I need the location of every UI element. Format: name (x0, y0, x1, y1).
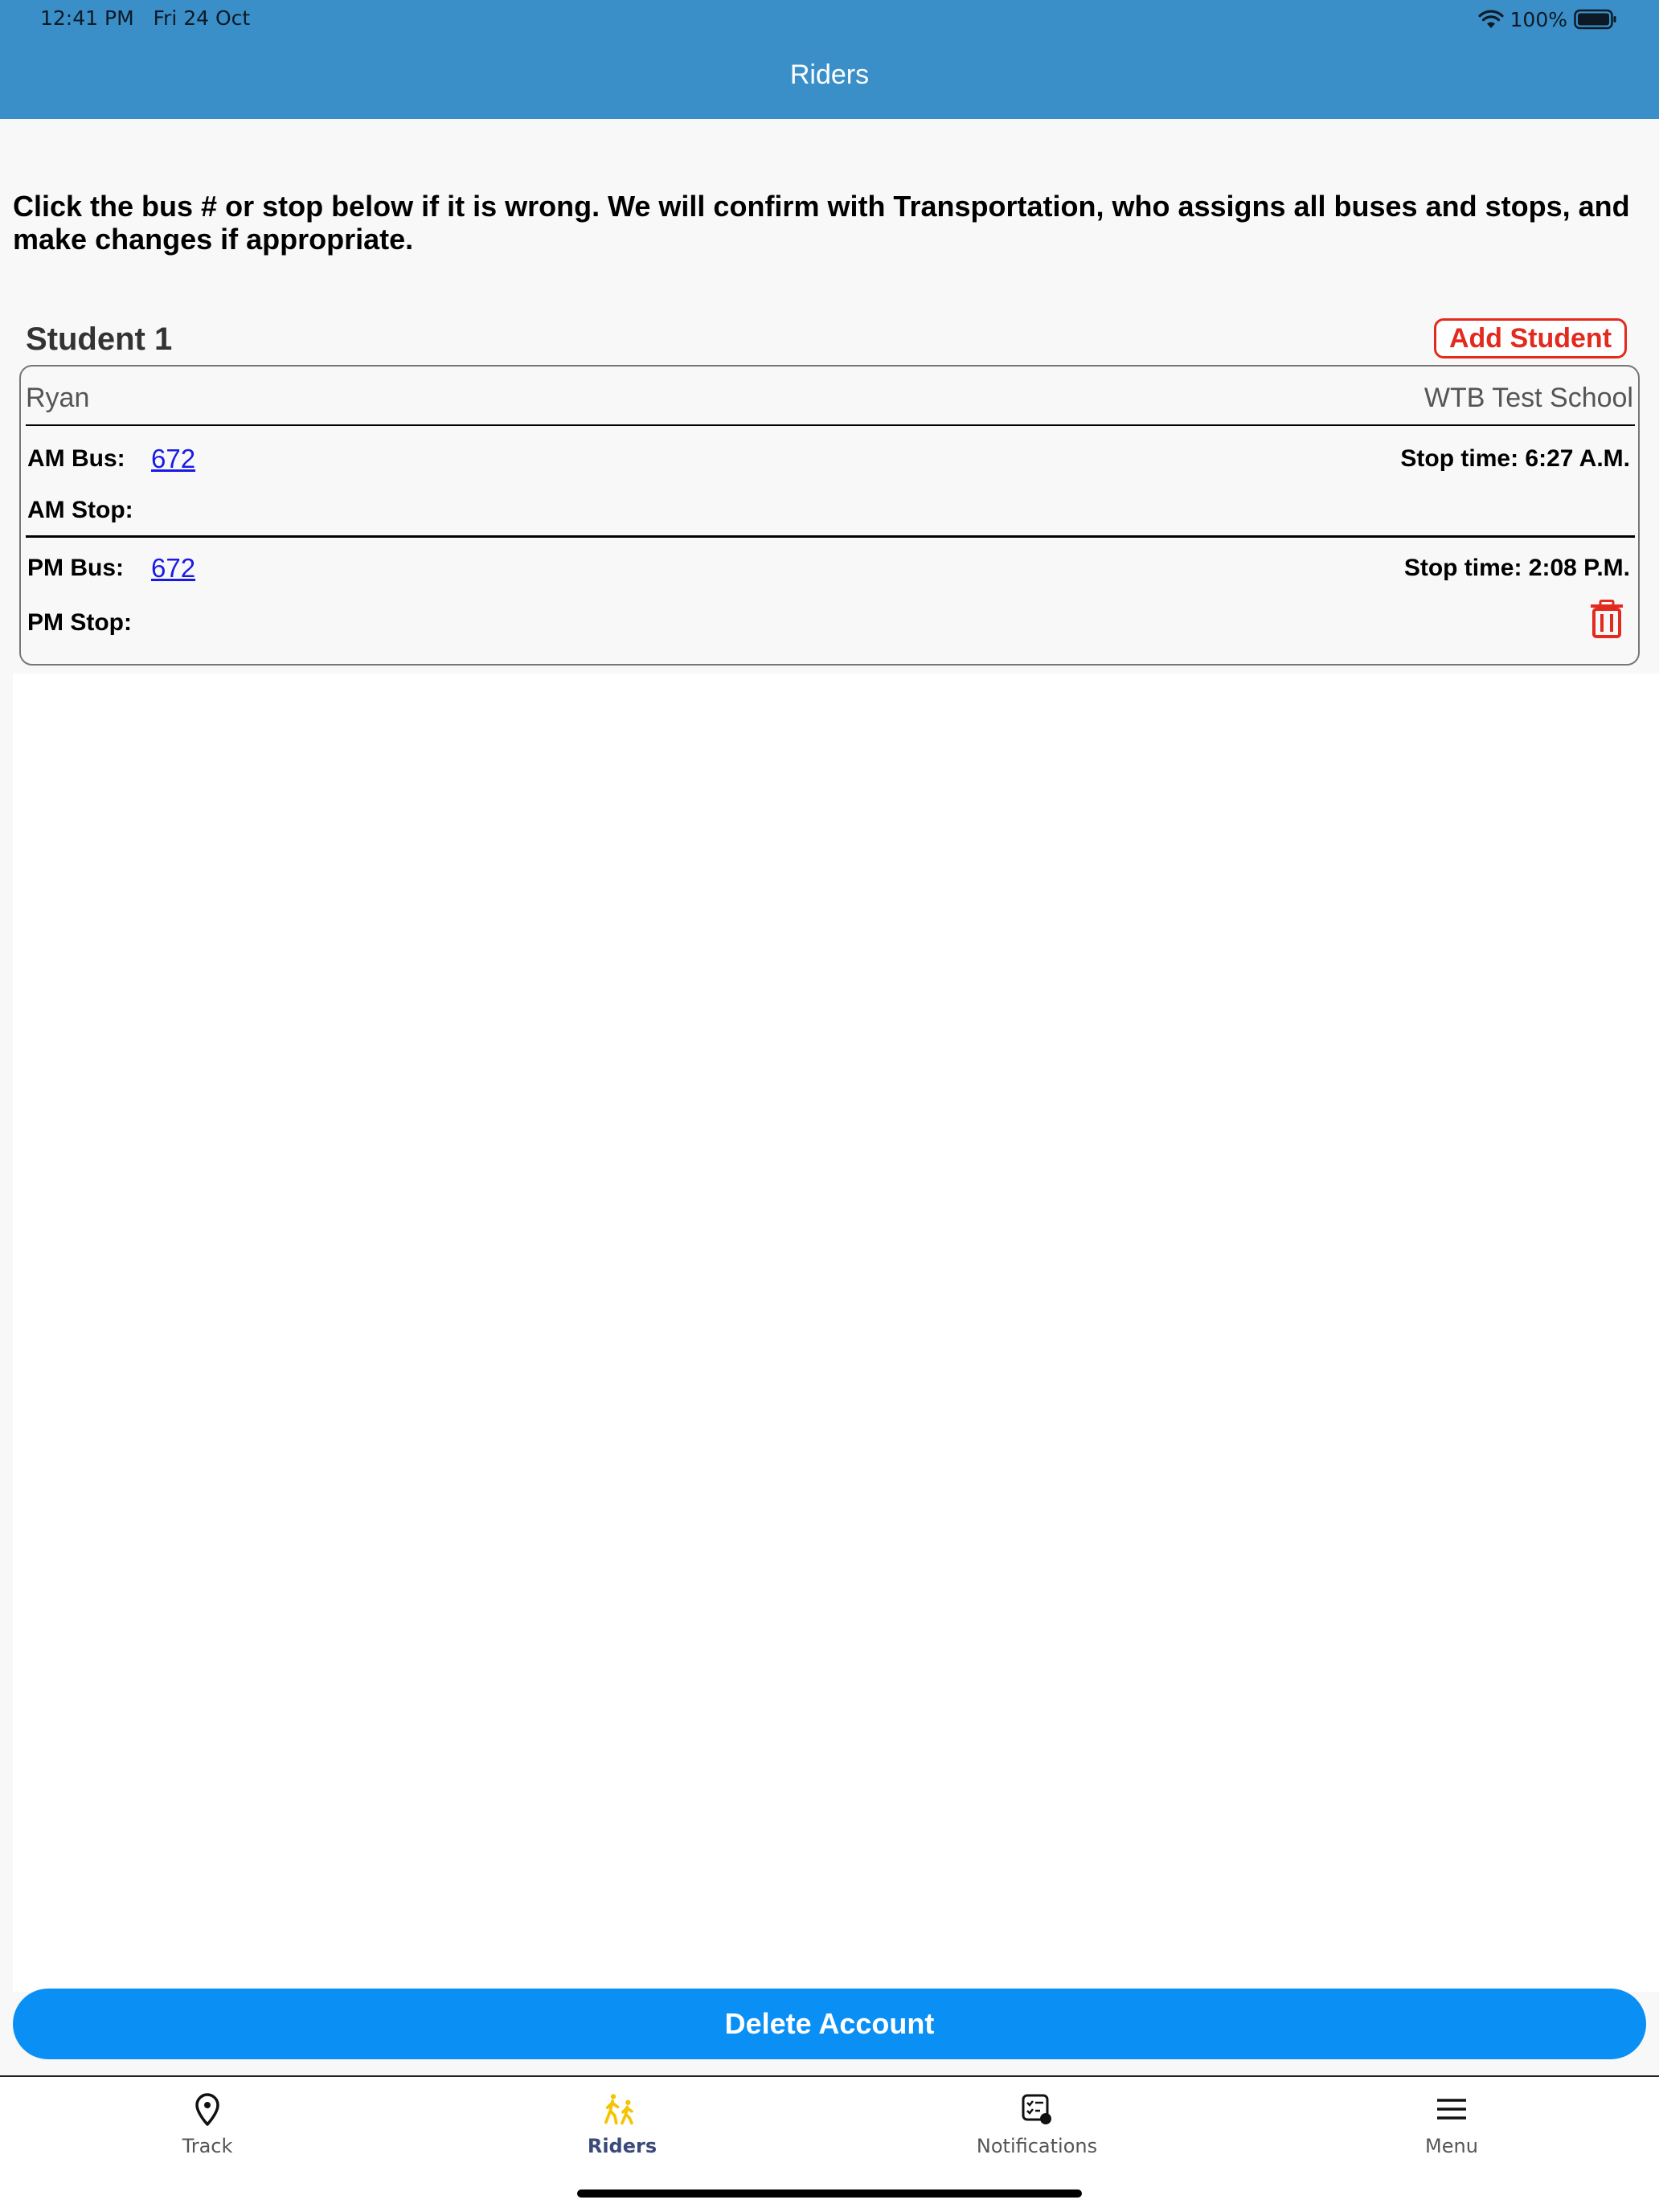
status-date: Fri 24 Oct (153, 6, 251, 30)
battery-percentage: 100% (1509, 7, 1567, 31)
location-pin-icon (195, 2093, 219, 2126)
pm-stop-label[interactable]: PM Stop: (27, 609, 132, 637)
page-title: Riders (789, 59, 870, 90)
walking-students-icon (604, 2094, 633, 2125)
divider (26, 424, 1635, 426)
divider (26, 535, 1635, 538)
tab-notifications[interactable]: Notifications (916, 2091, 1157, 2172)
status-bar-time: 12:41 PM Fri 24 Oct (40, 6, 250, 30)
tab-track[interactable]: Track (87, 2091, 328, 2172)
delete-account-button[interactable]: Delete Account (13, 1989, 1646, 2059)
tab-menu[interactable]: Menu (1331, 2091, 1572, 2172)
am-stop-label[interactable]: AM Stop: (27, 497, 133, 524)
tab-label: Notifications (976, 2135, 1098, 2157)
student-school: WTB Test School (1423, 383, 1633, 413)
am-stop-time: Stop time: 6:27 A.M. (1400, 445, 1630, 472)
trash-icon[interactable] (1590, 600, 1624, 638)
student-name: Ryan (26, 383, 90, 413)
tab-riders[interactable]: Riders (502, 2091, 743, 2172)
wifi-icon (1477, 10, 1504, 28)
am-bus-link[interactable]: 672 (151, 444, 195, 474)
home-indicator (577, 2189, 1082, 2198)
notifications-icon (1022, 2094, 1051, 2124)
hamburger-menu-icon (1437, 2099, 1466, 2120)
content-area (13, 674, 1659, 1992)
pm-bus-label: PM Bus: (27, 555, 124, 581)
am-bus-label: AM Bus: (27, 445, 125, 472)
status-bar-right: 100% (1477, 6, 1617, 32)
tab-label: Menu (1425, 2135, 1478, 2157)
student-card: Ryan WTB Test School AM Bus: 672 Stop ti… (19, 365, 1640, 666)
battery-icon (1574, 9, 1616, 30)
pm-bus-link[interactable]: 672 (151, 553, 195, 584)
tab-label: Riders (587, 2135, 657, 2157)
tab-label: Track (182, 2135, 233, 2157)
app-header: 12:41 PM Fri 24 Oct 100% Riders (0, 0, 1659, 119)
instructions-text: Click the bus # or stop below if it is w… (13, 190, 1630, 256)
pm-stop-time: Stop time: 2:08 P.M. (1403, 555, 1630, 581)
student-heading: Student 1 (26, 322, 173, 357)
add-student-button[interactable]: Add Student (1434, 318, 1627, 358)
status-time: 12:41 PM (40, 6, 134, 30)
